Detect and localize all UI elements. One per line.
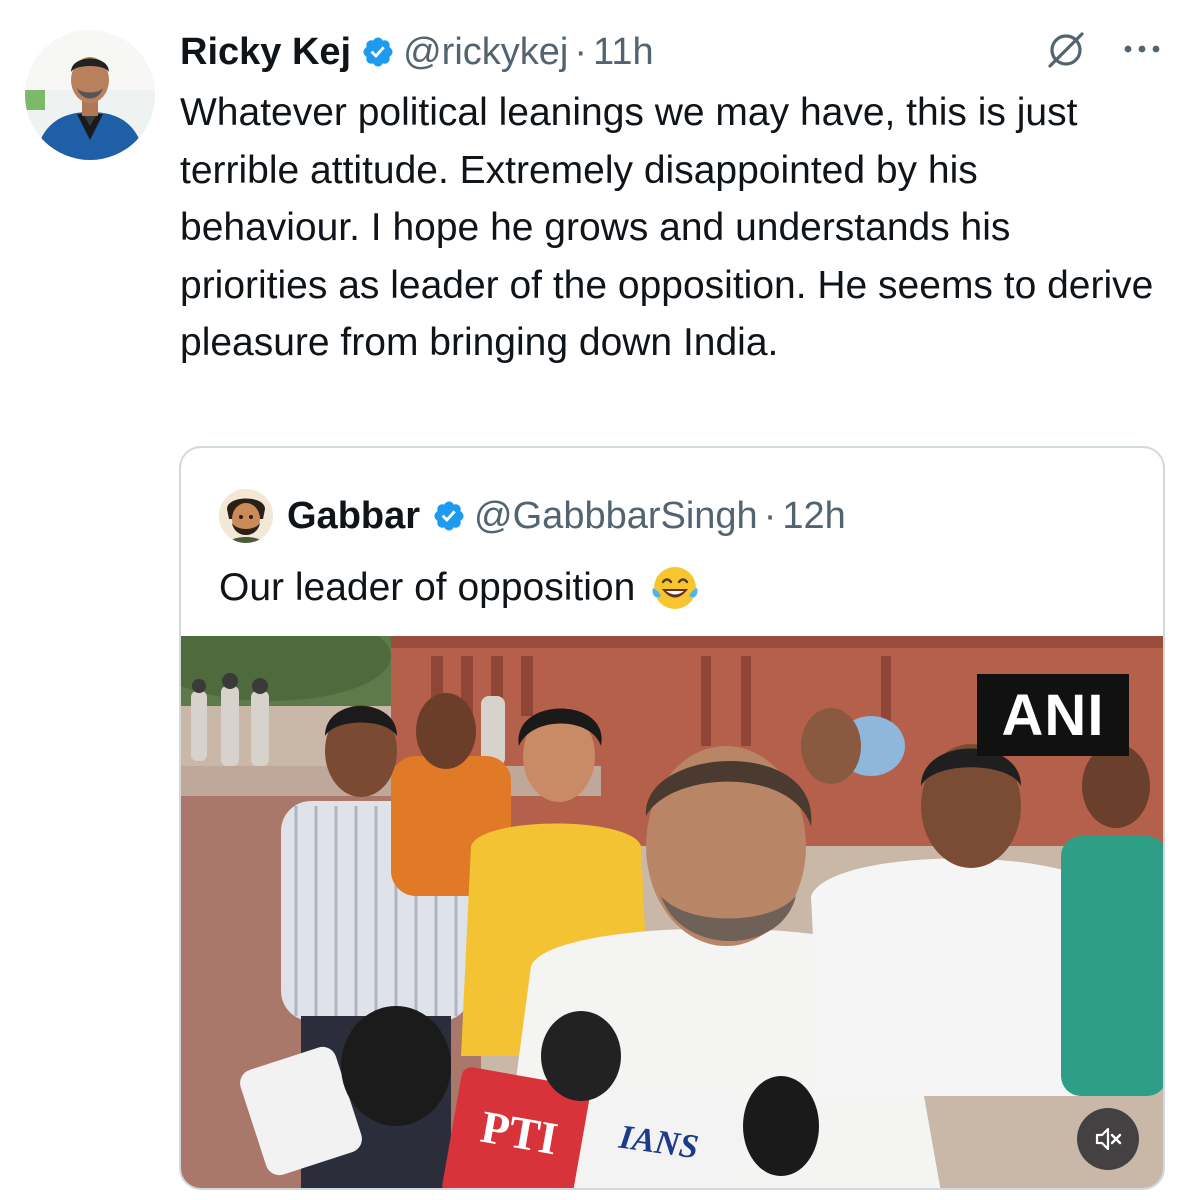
quoted-author-handle[interactable]: @GabbbarSingh — [474, 495, 758, 538]
author-name[interactable]: Ricky Kej — [180, 31, 351, 74]
quoted-tweet-timestamp[interactable]: 12h — [782, 495, 845, 538]
verified-badge-icon[interactable] — [361, 35, 395, 69]
quoted-tweet-text-row: Our leader of opposition — [219, 562, 701, 614]
quoted-tweet-header: Gabbar @GabbbarSingh · 12h — [219, 488, 846, 544]
ani-watermark: ANI — [977, 674, 1129, 756]
mute-button[interactable] — [1077, 1108, 1139, 1170]
quoted-author-name[interactable]: Gabbar — [287, 495, 420, 538]
quoted-tweet-card[interactable]: Gabbar @GabbbarSingh · 12h Our leader of… — [179, 446, 1165, 1190]
volume-muted-icon — [1095, 1127, 1122, 1151]
quoted-author-avatar[interactable] — [219, 489, 273, 543]
more-dots-icon[interactable] — [1120, 34, 1164, 64]
author-avatar[interactable] — [25, 30, 155, 160]
video-player[interactable]: PTI IANS ANI — [181, 636, 1163, 1188]
separator-dot: · — [763, 494, 777, 537]
author-handle[interactable]: @rickykej — [403, 31, 568, 74]
quoted-tweet-text: Our leader of opposition — [219, 566, 636, 609]
separator-dot: · — [574, 30, 587, 73]
tweet-header: Ricky Kej @rickykej · 11h — [180, 28, 654, 76]
tweet-timestamp[interactable]: 11h — [593, 31, 654, 74]
verified-badge-icon[interactable] — [432, 499, 466, 533]
quoted-author-avatar-image — [219, 489, 273, 543]
author-avatar-image — [25, 30, 155, 160]
slashed-circle-icon[interactable] — [1044, 28, 1088, 72]
tweet-text: Whatever political leanings we may have,… — [180, 91, 1154, 364]
face-with-tears-of-joy-icon — [652, 567, 698, 609]
